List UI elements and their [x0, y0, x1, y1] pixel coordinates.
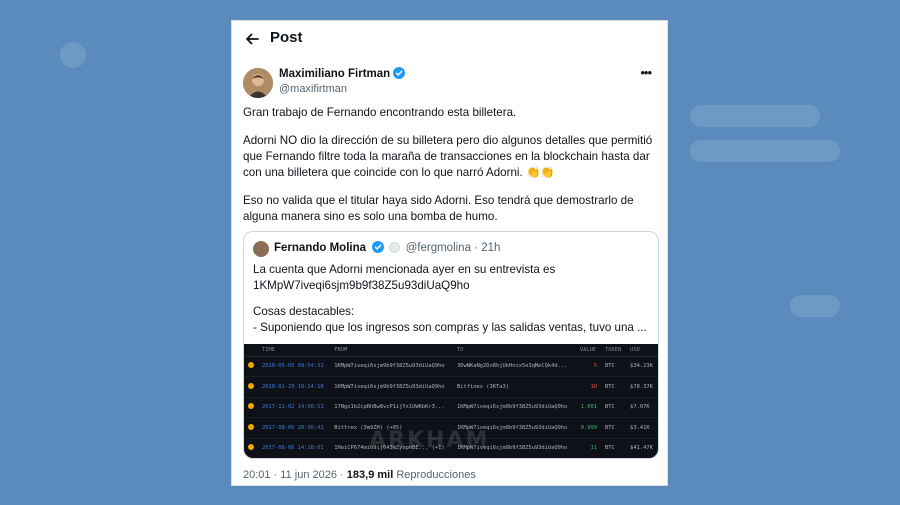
tx-to: 1KMpW7iveqi6sjm9b9f38Z5u93diUaQ9ho [453, 397, 576, 418]
tx-to: Bitfinex (3KTa3) [453, 376, 576, 398]
background-panel [60, 42, 86, 68]
tx-time: 2017-11-02 14:08:51 [258, 397, 331, 418]
tx-from: 1KMpW7iveqi6sjm9b9f38Z5u93diUaQ9ho [330, 376, 454, 398]
author-name-text: Maximiliano Firtman [279, 68, 391, 80]
tx-value: 11 [575, 438, 601, 458]
tx-value: 5 [575, 356, 601, 377]
tx-time: 2018-05-05 09:54:31 [258, 356, 331, 377]
table-header: USD [626, 344, 658, 357]
table-header: VALUE [575, 344, 601, 357]
quoted-line: 1KMpW7iveqi6sjm9b9f38Z5u93diUaQ9ho [253, 278, 470, 292]
quoted-author-name[interactable]: Fernando Molina [274, 242, 366, 254]
separator-dot: · [474, 242, 479, 254]
tx-from: 17Ngx1b2cpRhBw8vcP1ijYx1UWKbKr3... [330, 397, 454, 418]
tweet-text: Gran trabajo de Fernando encontrando est… [243, 105, 661, 237]
tx-from: 1KMpW7iveqi6sjm9b9f38Z5u93diUaQ9ho [330, 356, 454, 377]
background-panel [690, 105, 820, 127]
btc-icon [244, 417, 258, 439]
quoted-line: Cosas destacables: [253, 305, 355, 318]
table-row: 2018-02-29 18:14:18 1KMpW7iveqi6sjm9b9f3… [244, 376, 658, 398]
btc-icon [244, 376, 258, 398]
table-header-row: TIME FROM TO VALUE TOKEN USD [244, 344, 658, 357]
tx-usd: $41.47K [626, 438, 658, 458]
tweet-paragraph: Adorni NO dio la dirección de su billete… [243, 134, 653, 179]
quoted-text: La cuenta que Adorni mencionada ayer en … [253, 262, 649, 335]
quoted-avatar[interactable] [253, 241, 269, 257]
quoted-header: Fernando Molina @fergmolina · 21h [274, 241, 500, 254]
table-header: TO [453, 344, 576, 357]
tx-time: 2018-02-29 18:14:18 [258, 376, 331, 398]
author-handle[interactable]: @maxifirtman [279, 83, 347, 95]
post-meta: 20:01 · 11 jun 2026 · 183,9 mil Reproduc… [243, 469, 476, 481]
post-header: Post [232, 21, 667, 57]
views-count: 183,9 mil [346, 469, 394, 481]
table-header: TOKEN [600, 344, 627, 357]
tx-token: BTC [600, 376, 627, 398]
views-label: Reproducciones [396, 469, 476, 481]
separator-dot: · [340, 469, 347, 481]
tweet-paragraph: Gran trabajo de Fernando encontrando est… [243, 106, 517, 119]
tx-usd: $34.23K [626, 356, 658, 377]
quoted-line: - Suponiendo que los ingresos son compra… [253, 320, 647, 334]
author-name[interactable]: Maximiliano Firtman [279, 67, 406, 80]
quoted-line: La cuenta que Adorni mencionada ayer en … [253, 263, 556, 276]
affiliate-badge-icon [389, 242, 401, 253]
btc-icon [244, 356, 258, 377]
post-datetime[interactable]: 20:01 · 11 jun 2026 [243, 469, 337, 481]
table-header: FROM [330, 344, 454, 357]
page-title: Post [270, 29, 303, 46]
table-row: 2017-11-02 14:08:51 17Ngx1b2cpRhBw8vcP1i… [244, 397, 658, 418]
table-row: 2018-05-05 09:54:31 1KMpW7iveqi6sjm9b9f3… [244, 356, 658, 377]
tx-time: 2017-08-06 14:18:01 [258, 438, 331, 458]
tx-usd: $7.07K [626, 397, 658, 418]
arkham-watermark: ARKHAM [369, 428, 490, 453]
quoted-tweet[interactable]: Fernando Molina @fergmolina · 21h La cue… [243, 231, 659, 459]
btc-icon [244, 397, 258, 418]
tweet-paragraph: Eso no valida que el titular haya sido A… [243, 194, 634, 223]
tx-usd: $78.37K [626, 376, 658, 398]
back-arrow-icon[interactable] [242, 29, 262, 49]
tx-token: BTC [600, 356, 627, 377]
avatar[interactable] [243, 68, 273, 98]
verified-badge-icon [393, 67, 406, 79]
tx-time: 2017-08-06 20:36:41 [258, 417, 331, 439]
post-card: Post Maximiliano Firtman @maxifirtman ••… [231, 20, 668, 486]
table-header: TIME [258, 344, 331, 357]
tx-to: 3DwNKaNg2DxRbjUkHnxx5e3qMeCQk4d... [453, 356, 576, 377]
background-panel [690, 140, 840, 162]
btc-icon [244, 438, 258, 458]
quoted-media-image[interactable]: TIME FROM TO VALUE TOKEN USD 2018-05-05 … [244, 344, 658, 458]
tx-value: 0.999 [575, 417, 601, 439]
tx-usd: $3.41K [626, 417, 658, 439]
verified-badge-icon [372, 241, 385, 253]
quoted-timestamp[interactable]: 21h [481, 242, 500, 254]
quoted-author-handle[interactable]: @fergmolina [406, 242, 471, 254]
background-panel [790, 295, 840, 317]
table-header [244, 344, 258, 357]
tx-token: BTC [600, 438, 627, 458]
tx-value: 10 [575, 376, 601, 398]
tx-value: 1.001 [575, 397, 601, 418]
tx-token: BTC [600, 417, 627, 439]
tx-token: BTC [600, 397, 627, 418]
more-options-icon[interactable]: ••• [640, 65, 652, 80]
